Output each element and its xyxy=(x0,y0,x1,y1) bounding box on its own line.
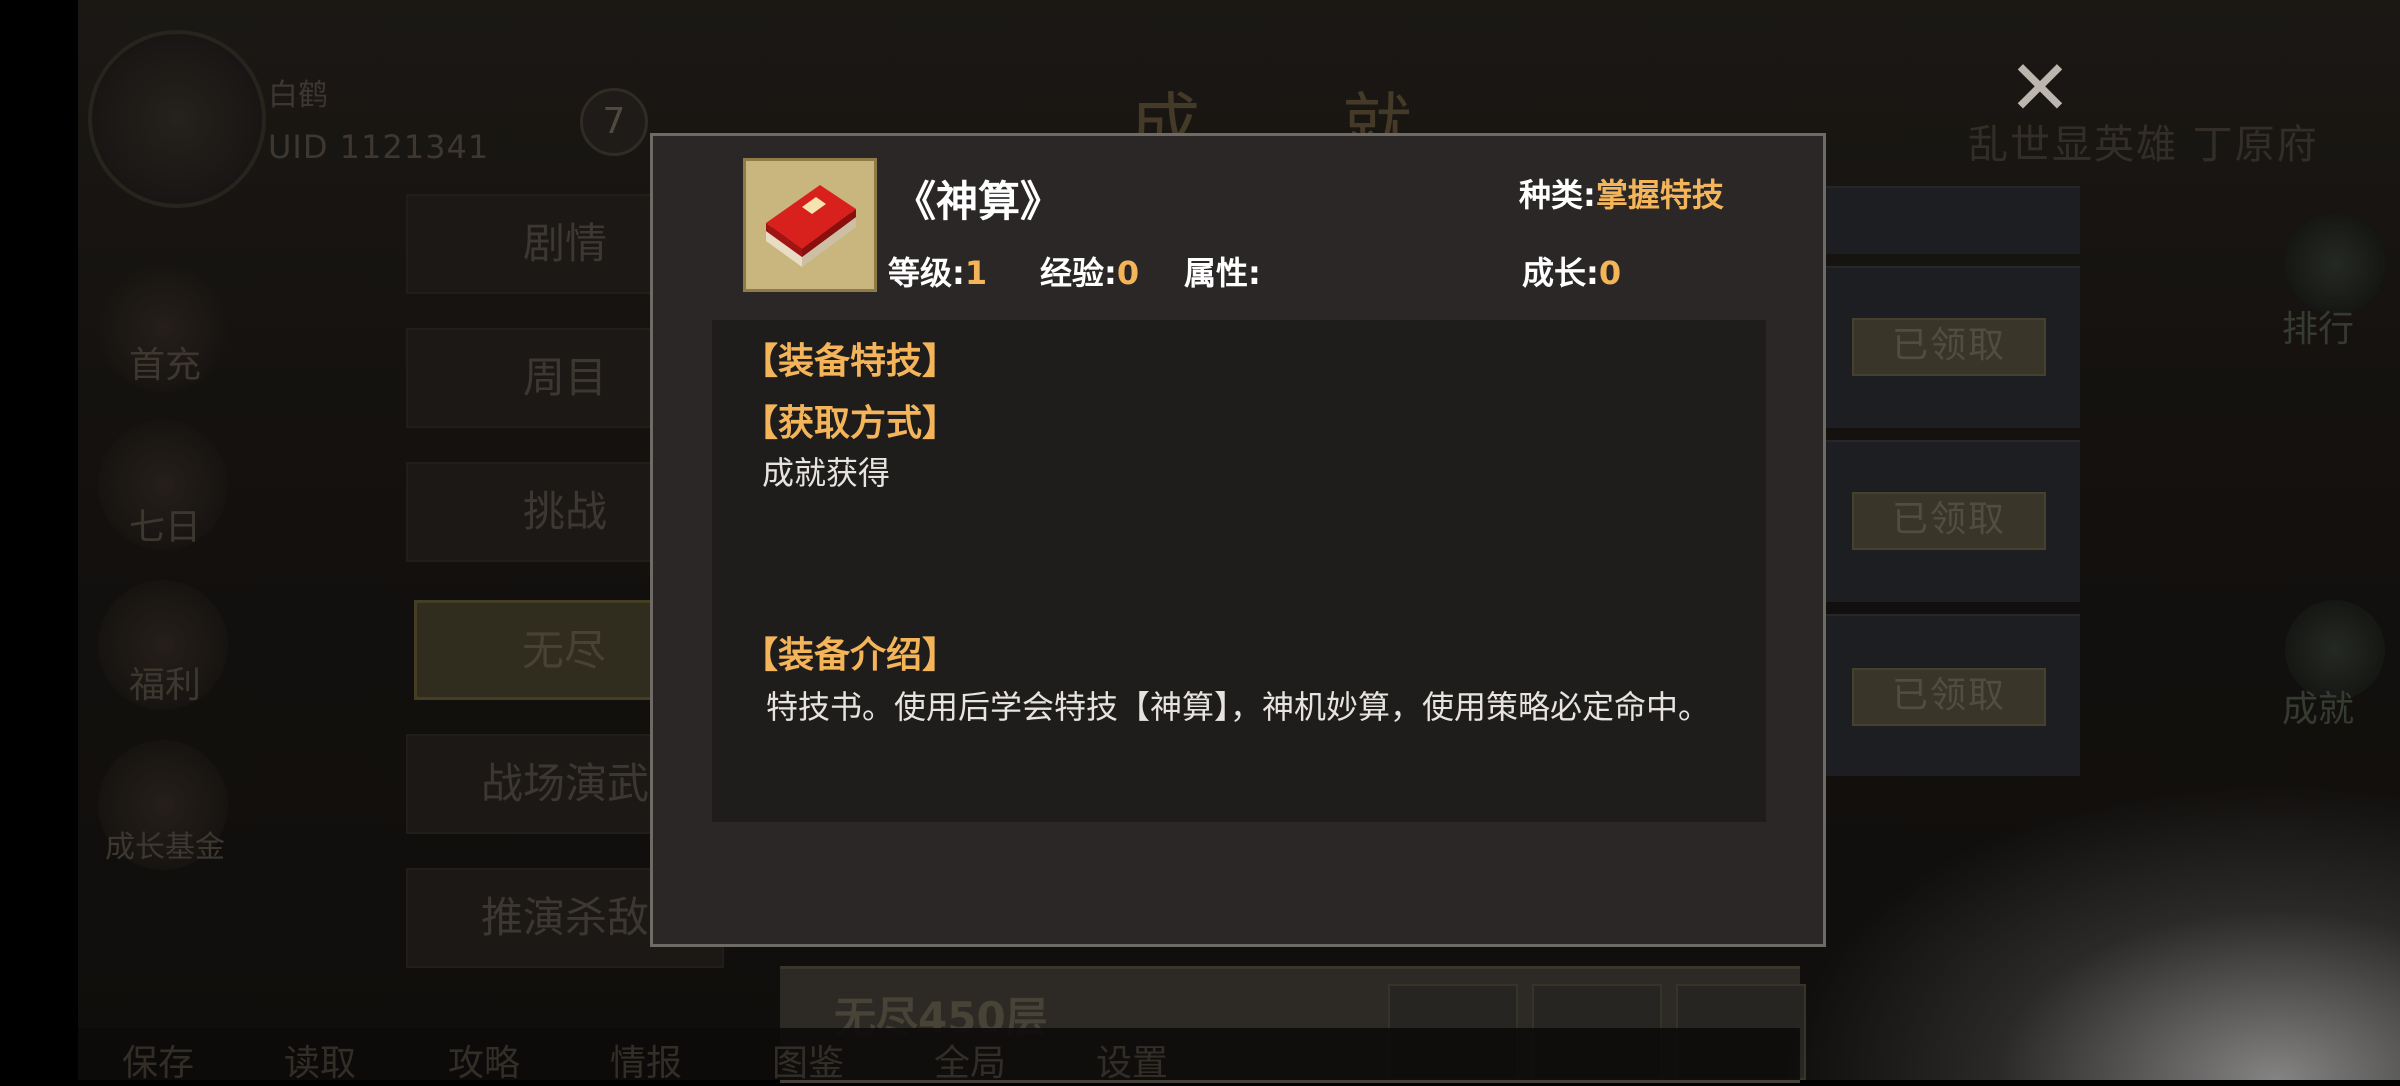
item-attribute-label: 属性: xyxy=(1184,254,1261,292)
item-exp-value: 0 xyxy=(1116,254,1140,292)
acquire-method-heading: 【获取方式】 xyxy=(742,403,959,444)
item-attribute: 属性: xyxy=(1184,248,1261,294)
item-exp: 经验:0 xyxy=(1040,248,1139,294)
acquire-method-text: 成就获得 xyxy=(762,454,891,492)
equip-intro-heading: 【装备介绍】 xyxy=(742,635,959,676)
item-kind: 种类:掌握特技 xyxy=(1519,170,1724,216)
red-book-icon xyxy=(743,158,877,292)
item-exp-label: 经验: xyxy=(1040,254,1117,292)
item-name: 《神算》 xyxy=(894,177,1063,226)
item-level-label: 等级: xyxy=(888,254,965,292)
item-level-value: 1 xyxy=(964,254,988,292)
item-growth-value: 0 xyxy=(1598,254,1622,292)
close-icon[interactable]: ✕ xyxy=(2004,50,2076,126)
item-kind-label: 种类: xyxy=(1519,176,1596,214)
screen-glare xyxy=(1780,780,2400,1080)
item-growth-label: 成长: xyxy=(1522,254,1599,292)
item-kind-value: 掌握特技 xyxy=(1595,176,1724,214)
equip-skill-heading: 【装备特技】 xyxy=(742,341,959,382)
item-growth: 成长:0 xyxy=(1522,248,1621,294)
equip-intro-text: 特技书。使用后学会特技【神算】，神机妙算，使用策略必定命中。 xyxy=(766,688,1711,726)
item-level: 等级:1 xyxy=(888,248,987,294)
